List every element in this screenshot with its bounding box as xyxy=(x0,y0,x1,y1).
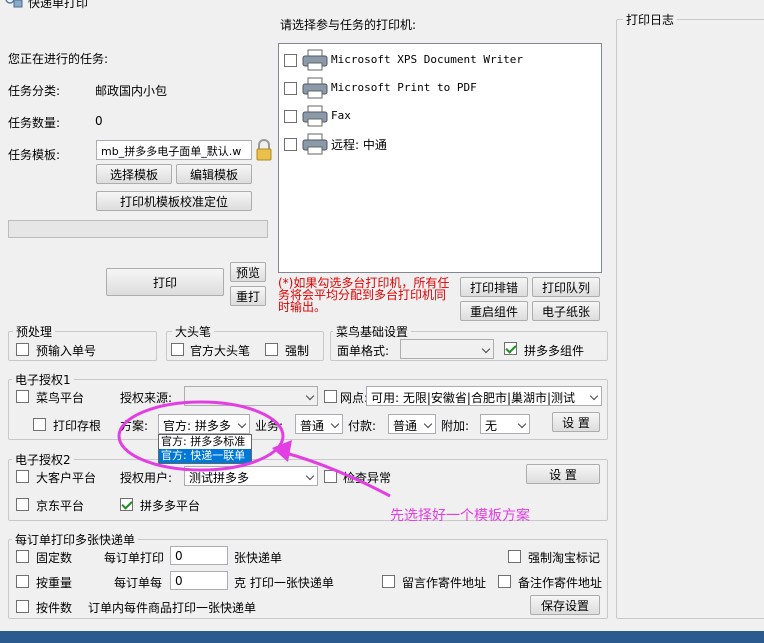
taskbar xyxy=(0,631,764,643)
annotation-overlay xyxy=(117,400,391,498)
annotation-text: 先选择好一个模板方案 xyxy=(390,508,530,524)
